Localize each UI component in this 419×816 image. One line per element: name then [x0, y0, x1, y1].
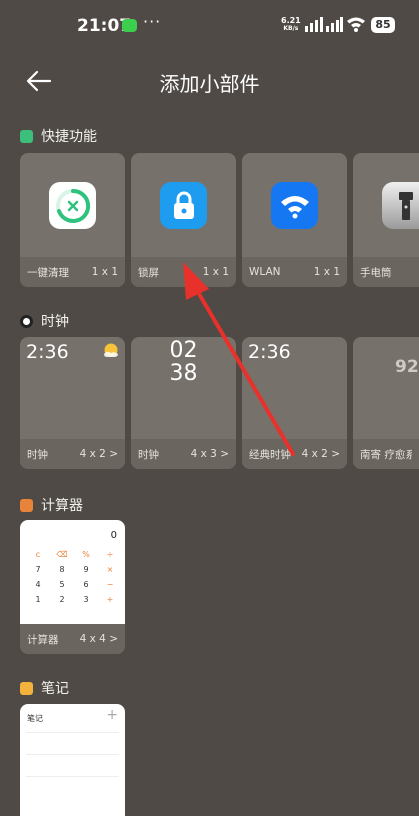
- calculator-key: 4: [35, 580, 41, 589]
- cleanup-icon: [49, 182, 96, 229]
- widget-size: 4 x 2 >: [79, 448, 118, 460]
- battery-icon: 85: [371, 17, 395, 33]
- clock-icon: [20, 314, 33, 328]
- network-speed-value: 6.21: [281, 16, 301, 25]
- calculator-key: ⌫: [56, 550, 68, 559]
- calculator-key: ÷: [106, 550, 114, 559]
- notes-icon: [20, 681, 33, 695]
- calculator-key: 9: [83, 565, 89, 574]
- clock-preview-time: 92: [395, 357, 419, 377]
- widget-card-cleanup[interactable]: 一键清理 1 x 1: [20, 153, 125, 287]
- network-speed-unit: KB/s: [283, 25, 299, 32]
- more-notifications-icon: ···: [143, 12, 162, 31]
- widget-card-calculator[interactable]: 0 c ⌫% ÷ 7 8 9 × 4 5 6 − 1 2 3 + 计算器 4 x 4 >: [20, 520, 125, 654]
- calculator-display: 0: [110, 530, 117, 541]
- calculator-key: c: [35, 550, 41, 559]
- calculator-icon: [20, 498, 33, 512]
- status-bar: 21:07 ··· 6.21 KB/s 85: [0, 0, 419, 52]
- widget-card-clock-4x2[interactable]: 2:36 时钟 4 x 2 >: [20, 337, 125, 469]
- widget-name: 经典时钟: [249, 448, 291, 461]
- network-speed: 6.21 KB/s: [281, 17, 301, 33]
- section-title-notes-label: 笔记: [41, 681, 69, 697]
- wifi-status-icon: [347, 17, 365, 32]
- calculator-key: 2: [59, 595, 65, 604]
- clock-preview-time: 2:36: [248, 341, 291, 363]
- section-title-calculator: 计算器: [20, 495, 83, 515]
- message-notification-icon: [122, 19, 137, 32]
- calculator-preview: 0 c ⌫% ÷ 7 8 9 × 4 5 6 − 1 2 3 +: [20, 520, 125, 625]
- clock-preview-stacked: 02 38: [131, 339, 236, 385]
- widget-name: WLAN: [249, 266, 281, 278]
- divider: [26, 776, 119, 777]
- widget-card-wlan[interactable]: WLAN 1 x 1: [242, 153, 347, 287]
- divider: [26, 754, 119, 755]
- calculator-key: −: [106, 580, 114, 589]
- calculator-key: 6: [83, 580, 89, 589]
- widget-name: 锁屏: [138, 266, 159, 279]
- widget-size: 4 x 4 >: [79, 633, 118, 645]
- plus-icon: +: [106, 707, 118, 723]
- widget-card-flashlight[interactable]: 手电筒: [353, 153, 419, 287]
- signal-icon: [305, 17, 343, 32]
- widget-name: 时钟: [138, 448, 159, 461]
- flashlight-icon: [382, 182, 419, 229]
- clock-preview-minute: 38: [169, 361, 198, 386]
- section-title-quick-label: 快捷功能: [41, 129, 97, 145]
- calculator-key: %: [82, 550, 90, 559]
- section-title-notes: 笔记: [20, 678, 69, 698]
- weather-sun-icon: [104, 343, 118, 357]
- quick-function-icon: [20, 129, 33, 143]
- widget-card-lock[interactable]: 锁屏 1 x 1: [131, 153, 236, 287]
- divider: [26, 732, 119, 733]
- widget-card-classic-clock[interactable]: 2:36 经典时钟 4 x 2 >: [242, 337, 347, 469]
- lock-icon: [160, 182, 207, 229]
- calculator-key: 1: [35, 595, 41, 604]
- page-title: 添加小部件: [159, 72, 260, 96]
- widget-card-notes[interactable]: 笔记 +: [20, 704, 125, 816]
- notes-preview-title: 笔记: [27, 714, 43, 723]
- widget-name: 手电筒: [360, 266, 392, 279]
- clock-preview-time: 2:36: [26, 341, 69, 363]
- section-title-quick: 快捷功能: [20, 126, 97, 146]
- widget-size: 1 x 1: [202, 266, 229, 278]
- calculator-key: 3: [83, 595, 89, 604]
- wifi-icon: [271, 182, 318, 229]
- calculator-key: 7: [35, 565, 41, 574]
- clock-preview-hour: 02: [169, 338, 198, 363]
- section-title-clock-label: 时钟: [41, 314, 69, 330]
- widget-size: 4 x 3 >: [190, 448, 229, 460]
- widget-size: 4 x 2 >: [301, 448, 340, 460]
- calculator-key: +: [106, 595, 114, 604]
- widget-name: 时钟: [27, 448, 48, 461]
- widget-name: 南寄 疗愈系: [360, 448, 412, 461]
- calculator-keypad: c ⌫% ÷ 7 8 9 × 4 5 6 − 1 2 3 +: [26, 550, 122, 604]
- section-title-calculator-label: 计算器: [41, 498, 83, 514]
- calculator-key: 8: [59, 565, 65, 574]
- widget-size: 1 x 1: [313, 266, 340, 278]
- widget-size: 1 x 1: [91, 266, 118, 278]
- section-title-clock: 时钟: [20, 311, 69, 331]
- widget-card-clock-4x3[interactable]: 02 38 时钟 4 x 3 >: [131, 337, 236, 469]
- calculator-key: 5: [59, 580, 65, 589]
- widget-name: 计算器: [27, 633, 59, 646]
- calculator-key: ×: [106, 565, 114, 574]
- widget-card-healing-clock[interactable]: 92 南寄 疗愈系: [353, 337, 419, 469]
- widget-name: 一键清理: [27, 266, 69, 279]
